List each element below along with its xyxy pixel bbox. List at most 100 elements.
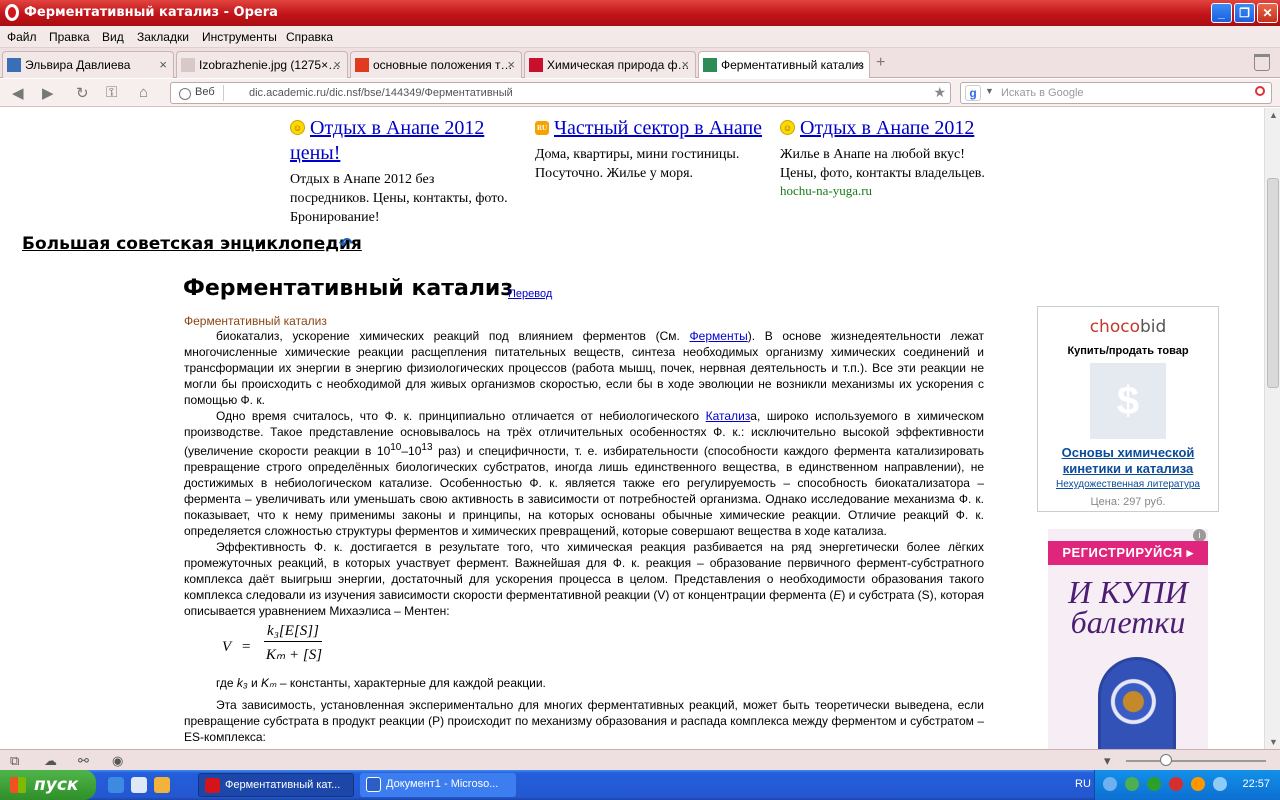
book-link[interactable]: Основы химической кинетики и катализа: [1038, 445, 1218, 477]
category-link[interactable]: Нехудожественная литература: [1038, 479, 1218, 490]
tab-close-icon[interactable]: ×: [855, 57, 863, 72]
tab-favicon-icon: [703, 58, 717, 72]
show-desktop-icon[interactable]: [131, 777, 147, 793]
ad-block-3: ☺ Отдых в Анапе 2012 Жилье в Анапе на люб…: [780, 116, 1000, 199]
reload-icon[interactable]: ↻: [76, 84, 89, 102]
ad-block-2: RU Частный сектор в Анапе Дома, квартиры,…: [535, 116, 765, 183]
tab-1[interactable]: Эльвира Давлиева ×: [2, 51, 174, 78]
forward-icon[interactable]: ▶: [42, 84, 54, 102]
smiley-icon: ☺: [780, 120, 795, 135]
tab-4[interactable]: Химическая природа ф… ×: [524, 51, 696, 78]
key-icon[interactable]: ⚿: [106, 84, 117, 101]
tab-label: Ферментативный катализ: [721, 58, 864, 72]
web-badge[interactable]: Веб: [173, 85, 224, 101]
encyclopedia-link[interactable]: Большая советская энциклопедия: [22, 234, 362, 254]
panel-toggle-icon[interactable]: ⧉: [10, 753, 19, 769]
zoom-slider[interactable]: [1126, 760, 1266, 762]
rss-icon: RU: [535, 121, 549, 135]
shoe-image: [1098, 657, 1176, 749]
ad-block-1: ☺ Отдых в Анапе 2012 цены! Отдых в Анапе …: [290, 116, 510, 227]
menu-tools[interactable]: Инструменты: [202, 30, 277, 44]
ballet-flats-banner[interactable]: i РЕГИСТРИРУЙСЯ ▸ И КУПИ балетки: [1048, 529, 1208, 749]
article-subtitle: Ферментативный катализ: [184, 314, 327, 328]
michaelis-menten-formula: V = k₃[E[S]] Kₘ + [S]: [222, 623, 323, 663]
tab-favicon-icon: [355, 58, 369, 72]
tray-agent-icon[interactable]: [1147, 777, 1161, 791]
window-title: Ферментативный катализ - Opera: [24, 5, 278, 20]
menu-view[interactable]: Вид: [102, 30, 124, 44]
share-icon[interactable]: ⚯: [78, 753, 89, 769]
tab-3[interactable]: основные положения т… ×: [350, 51, 522, 78]
url-text[interactable]: dic.academic.ru/dic.nsf/bse/144349/Ферме…: [249, 87, 513, 99]
search-placeholder: Искать в Google: [1001, 87, 1084, 99]
system-tray: RU 22:57: [1075, 770, 1280, 800]
article-body: биокатализ, ускорение химических реакций…: [184, 328, 984, 745]
task-word[interactable]: Документ1 - Microso...: [360, 773, 516, 797]
start-button[interactable]: пуск: [0, 770, 96, 800]
scroll-up-icon[interactable]: ▲: [1269, 110, 1278, 120]
tab-close-icon[interactable]: ×: [681, 57, 689, 72]
tray-volume-icon[interactable]: [1213, 777, 1227, 791]
tab-2[interactable]: Izobrazhenie.jpg (1275×… ×: [176, 51, 348, 78]
menu-edit[interactable]: Правка: [49, 30, 90, 44]
ad-caption: Купить/продать товар: [1067, 345, 1189, 357]
tray-app-icon[interactable]: [1191, 777, 1205, 791]
menu-help[interactable]: Справка: [286, 30, 333, 44]
tray-opera-icon[interactable]: [1169, 777, 1183, 791]
back-arrow-icon[interactable]: ↶: [339, 234, 352, 254]
search-icon[interactable]: [1255, 86, 1265, 96]
minimize-button[interactable]: _: [1211, 3, 1232, 23]
ad-body: Дома, квартиры, мини гостиницы. Посуточн…: [535, 147, 740, 181]
view-icon[interactable]: ▾: [1104, 753, 1111, 769]
chevron-down-icon[interactable]: ▼: [985, 86, 994, 96]
paragraph: где k₃ и Kₘ – константы, характерные для…: [216, 676, 546, 690]
quicklaunch-app-icon[interactable]: [154, 777, 170, 793]
ie-icon[interactable]: [108, 777, 124, 793]
tab-favicon-icon: [181, 58, 195, 72]
paragraph: Эффективность Ф. к. достигается в резуль…: [184, 540, 984, 618]
search-field[interactable]: g ▼ Искать в Google: [960, 82, 1272, 104]
task-opera[interactable]: Ферментативный кат...: [198, 773, 354, 797]
tab-close-icon[interactable]: ×: [159, 57, 167, 72]
tab-close-icon[interactable]: ×: [333, 57, 341, 72]
zoom-slider-knob[interactable]: [1160, 754, 1172, 766]
ad-headline-link[interactable]: RU Частный сектор в Анапе: [535, 116, 765, 141]
translate-link[interactable]: Перевод: [508, 288, 552, 300]
register-button[interactable]: РЕГИСТРИРУЙСЯ ▸: [1048, 541, 1208, 565]
tray-help-icon[interactable]: [1103, 777, 1117, 791]
ad-headline-link[interactable]: ☺ Отдых в Анапе 2012: [780, 116, 1000, 141]
new-tab-plus-icon[interactable]: +: [876, 54, 885, 72]
tab-label: Эльвира Давлиева: [25, 58, 131, 72]
web-label: Веб: [195, 86, 215, 98]
bookmark-star-icon[interactable]: ★: [933, 84, 946, 101]
scroll-down-icon[interactable]: ▼: [1269, 737, 1278, 747]
unite-cloud-icon[interactable]: ☁: [44, 753, 57, 769]
address-bar[interactable]: Веб dic.academic.ru/dic.nsf/bse/144349/Ф…: [170, 82, 951, 104]
catalysis-link[interactable]: Катализ: [706, 409, 751, 423]
trash-icon[interactable]: [1254, 54, 1270, 71]
tab-label: основные положения т…: [373, 58, 513, 72]
opera-icon: [205, 778, 220, 793]
vertical-scrollbar[interactable]: ▲ ▼: [1264, 108, 1280, 749]
ad-body: Жилье в Анапе на любой вкус! Цены, фото,…: [780, 147, 985, 181]
tab-favicon-icon: [7, 58, 21, 72]
banner-headline: И КУПИ балетки: [1068, 574, 1188, 640]
language-indicator[interactable]: RU: [1075, 778, 1091, 790]
menu-file[interactable]: Файл: [7, 30, 37, 44]
ad-headline-link[interactable]: ☺ Отдых в Анапе 2012 цены!: [290, 116, 510, 166]
ad-source-link[interactable]: hochu-na-yuga.ru: [780, 183, 1000, 199]
back-icon[interactable]: ◀: [12, 84, 24, 102]
enzymes-link[interactable]: Ферменты: [690, 329, 748, 343]
menu-bookmarks[interactable]: Закладки: [137, 30, 189, 44]
home-icon[interactable]: ⌂: [139, 84, 148, 101]
tab-favicon-icon: [529, 58, 543, 72]
tab-5-active[interactable]: Ферментативный катализ ×: [698, 51, 870, 78]
maximize-button[interactable]: ❐: [1234, 3, 1255, 23]
tab-close-icon[interactable]: ×: [507, 57, 515, 72]
chocobid-ad[interactable]: chocobid Купить/продать товар $ Основы х…: [1037, 306, 1219, 512]
close-button[interactable]: ✕: [1257, 3, 1278, 23]
tray-skype-icon[interactable]: [1125, 777, 1139, 791]
scrollbar-thumb[interactable]: [1267, 178, 1279, 388]
turbo-icon[interactable]: ◉: [112, 753, 123, 769]
tab-label: Izobrazhenie.jpg (1275×…: [199, 58, 341, 72]
